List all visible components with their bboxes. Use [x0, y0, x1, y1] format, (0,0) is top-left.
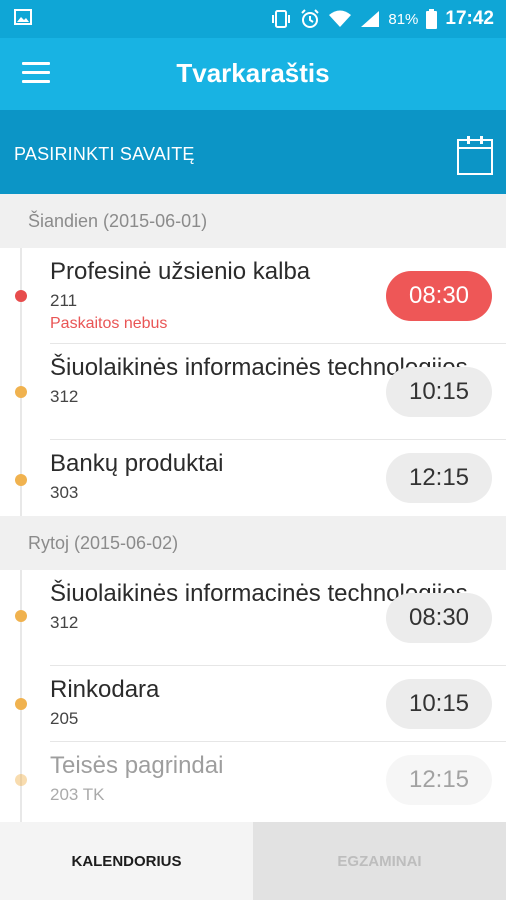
lesson-time[interactable]: 08:30	[386, 270, 492, 321]
week-selector[interactable]: PASIRINKTI SAVAITĘ	[0, 110, 506, 194]
status-dot	[15, 474, 27, 486]
status-dot	[15, 386, 27, 398]
battery-icon	[426, 9, 438, 29]
day-group-tomorrow: Šiuolaikinės informacinės technologijos …	[0, 570, 506, 822]
status-dot-cancelled	[15, 290, 27, 302]
vibrate-icon	[272, 10, 291, 28]
battery-percent: 81%	[388, 10, 419, 28]
lesson-row[interactable]: Teisės pagrindai 203 TK 12:15	[0, 742, 506, 818]
lesson-time[interactable]: 10:15	[386, 366, 492, 417]
page-title: Tvarkaraštis	[176, 58, 330, 88]
lesson-row[interactable]: Šiuolaikinės informacinės technologijos …	[0, 570, 506, 666]
image-icon	[14, 9, 32, 25]
wifi-icon	[329, 10, 352, 27]
alarm-icon	[301, 9, 320, 28]
app-bar: Tvarkaraštis	[0, 38, 506, 110]
week-selector-label: PASIRINKTI SAVAITĘ	[14, 144, 195, 164]
lesson-time[interactable]: 12:15	[386, 755, 492, 805]
lesson-row[interactable]: Profesinė užsienio kalba 211 Paskaitos n…	[0, 248, 506, 344]
lesson-time[interactable]: 12:15	[386, 453, 492, 503]
status-dot	[15, 774, 27, 786]
lesson-row[interactable]: Rinkodara 205 10:15	[0, 666, 506, 742]
status-dot	[15, 610, 27, 622]
lesson-row[interactable]: Šiuolaikinės informacinės technologijos …	[0, 344, 506, 440]
tab-calendar[interactable]: KALENDORIUS	[0, 822, 253, 900]
signal-icon	[361, 11, 380, 27]
lesson-row[interactable]: Bankų produktai 303 12:15	[0, 440, 506, 516]
day-header-tomorrow: Rytoj (2015-06-02)	[0, 516, 506, 570]
schedule-list[interactable]: Šiandien (2015-06-01) Profesinė užsienio…	[0, 194, 506, 822]
day-header-today: Šiandien (2015-06-01)	[0, 194, 506, 248]
tab-exams[interactable]: EGZAMINAI	[253, 822, 506, 900]
status-dot	[15, 698, 27, 710]
day-group-today: Profesinė užsienio kalba 211 Paskaitos n…	[0, 248, 506, 516]
calendar-icon[interactable]	[456, 130, 494, 178]
lesson-time[interactable]: 08:30	[386, 592, 492, 643]
bottom-tab-bar: KALENDORIUS EGZAMINAI	[0, 822, 506, 900]
lesson-time[interactable]: 10:15	[386, 678, 492, 729]
clock: 17:42	[445, 8, 494, 29]
status-bar: 81% 17:42	[0, 0, 506, 38]
